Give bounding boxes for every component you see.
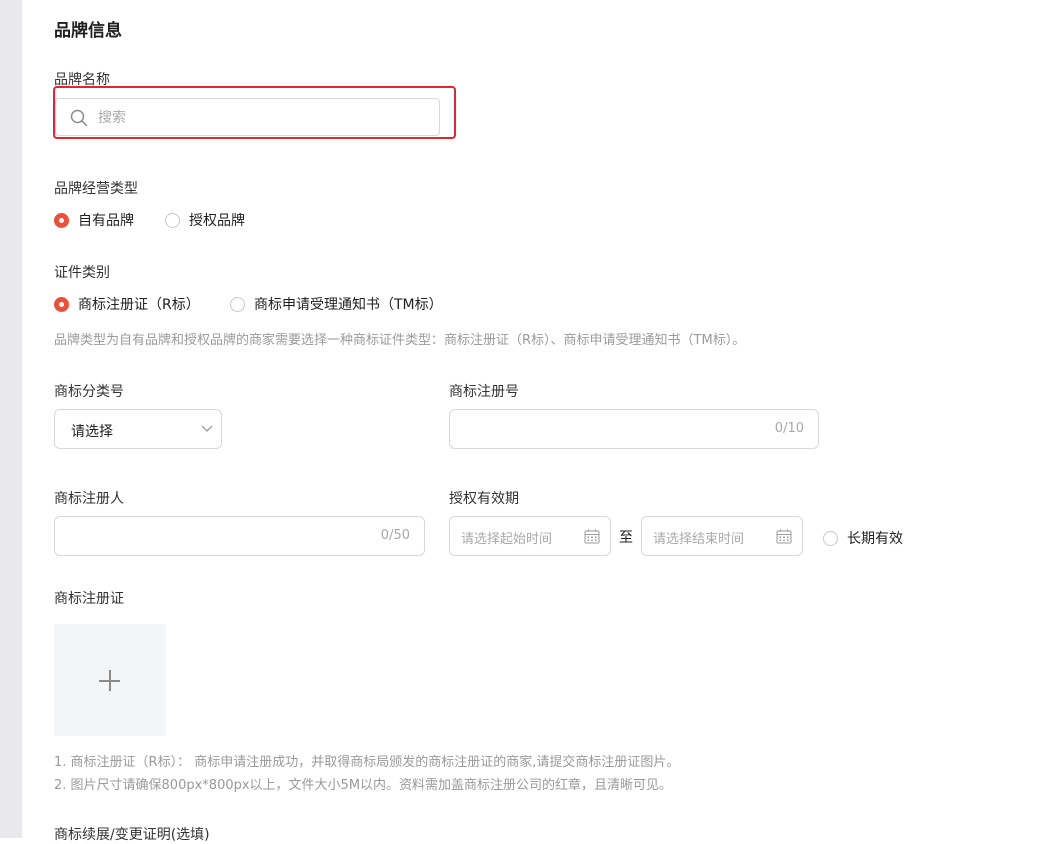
- upload-note-2: 2. 图片尺寸请确保800px*800px以上，文件大小5M以内。资料需加盖商标…: [54, 778, 673, 793]
- brand-type-label: 品牌经营类型: [54, 181, 138, 197]
- radio-licensed-brand-label: 授权品牌: [189, 213, 245, 229]
- radio-own-brand-label: 自有品牌: [78, 213, 134, 229]
- radio-tm-notice[interactable]: 商标申请受理通知书（TM标）: [230, 294, 443, 314]
- radio-tm-notice-label: 商标申请受理通知书（TM标）: [254, 297, 443, 313]
- radio-licensed-brand[interactable]: 授权品牌: [165, 210, 245, 230]
- left-sidebar-strip: [0, 0, 22, 838]
- radio-dot: [823, 530, 838, 546]
- long-term-label: 长期有效: [847, 531, 903, 547]
- trademark-class-value: 请选择: [71, 424, 113, 440]
- char-counter: 0/10: [774, 421, 804, 436]
- calendar-icon: [776, 529, 792, 544]
- trademark-cert-label: 商标注册证: [54, 591, 124, 607]
- radio-dot: [165, 212, 180, 228]
- start-date-placeholder: 请选择起始时间: [461, 532, 553, 547]
- cert-type-hint: 品牌类型为自有品牌和授权品牌的商家需要选择一种商标证件类型：商标注册证（R标）、…: [54, 333, 746, 348]
- cert-type-label: 证件类别: [54, 265, 110, 281]
- checkbox-long-term[interactable]: 长期有效: [823, 528, 903, 548]
- plus-icon-vertical: [109, 670, 111, 691]
- renewal-label: 商标续展/变更证明(选填): [54, 827, 210, 843]
- radio-r-cert-label: 商标注册证（R标）: [78, 297, 200, 313]
- radio-own-brand[interactable]: 自有品牌: [54, 210, 134, 230]
- highlight-box: [53, 86, 456, 139]
- trademark-reg-no-input[interactable]: 0/10: [449, 409, 819, 449]
- trademark-class-label: 商标分类号: [54, 384, 124, 400]
- chevron-down-icon: [201, 425, 213, 432]
- end-date-picker[interactable]: 请选择结束时间: [641, 516, 803, 556]
- trademark-registrant-label: 商标注册人: [54, 491, 124, 507]
- trademark-class-select[interactable]: 请选择: [54, 409, 222, 449]
- radio-r-cert[interactable]: 商标注册证（R标）: [54, 294, 200, 314]
- end-date-placeholder: 请选择结束时间: [653, 532, 745, 547]
- radio-dot: [230, 296, 245, 312]
- start-date-picker[interactable]: 请选择起始时间: [449, 516, 611, 556]
- upload-note-1: 1. 商标注册证（R标）： 商标申请注册成功，并取得商标局颁发的商标注册证的商家…: [54, 755, 680, 770]
- radio-dot-selected: [54, 296, 69, 312]
- trademark-registrant-input[interactable]: 0/50: [54, 516, 425, 556]
- auth-period-label: 授权有效期: [449, 491, 519, 507]
- radio-dot-selected: [54, 212, 69, 228]
- trademark-reg-no-label: 商标注册号: [449, 384, 519, 400]
- calendar-icon: [584, 529, 600, 544]
- section-title: 品牌信息: [54, 21, 122, 41]
- date-range-separator: 至: [619, 530, 633, 546]
- upload-button[interactable]: [54, 624, 166, 736]
- char-counter: 0/50: [380, 528, 410, 543]
